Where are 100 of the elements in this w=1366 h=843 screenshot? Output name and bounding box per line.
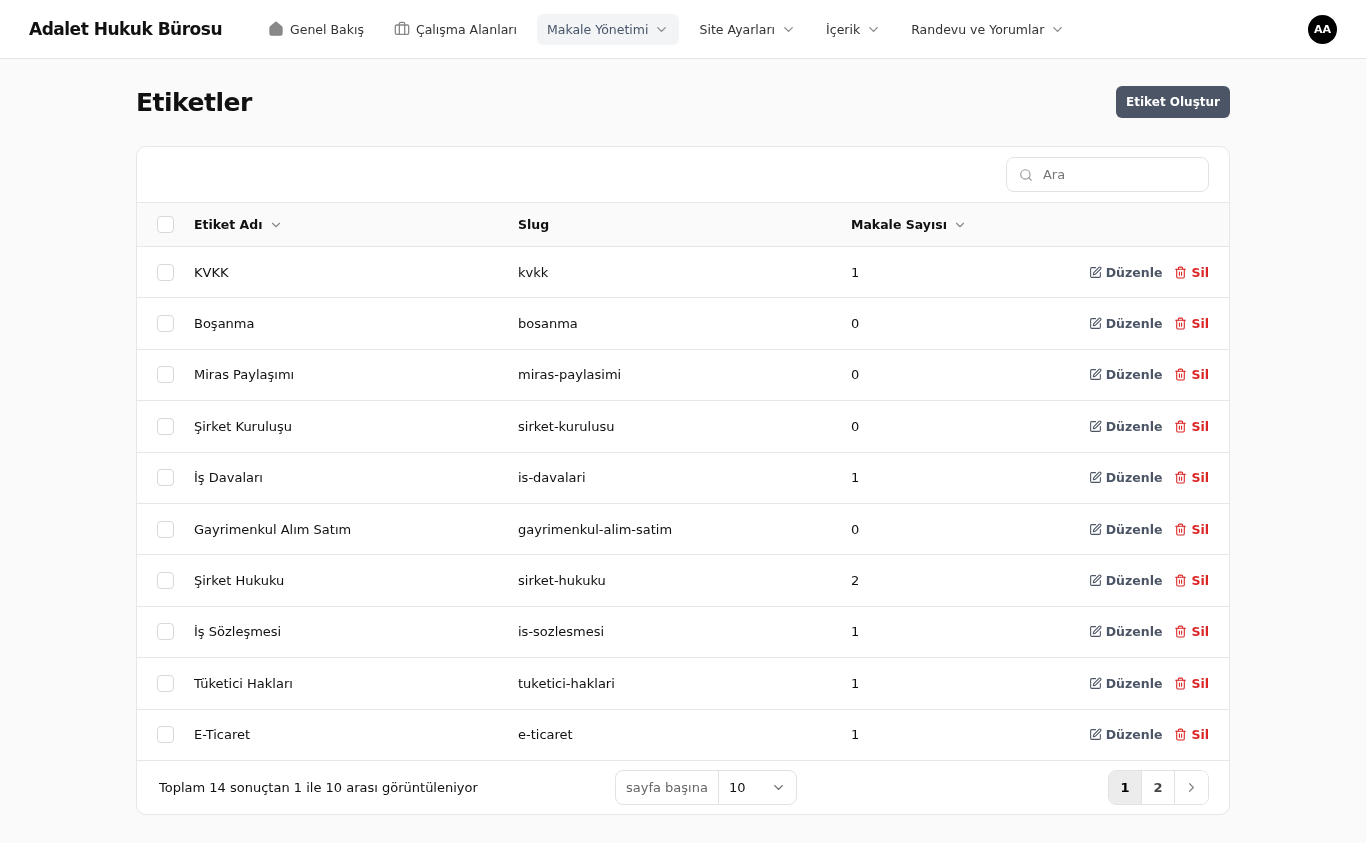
delete-link[interactable]: Sil: [1174, 573, 1209, 589]
edit-icon: [1088, 522, 1102, 536]
edit-link[interactable]: Düzenle: [1088, 316, 1163, 332]
table-cell-text: 1: [851, 624, 861, 640]
table-cell-text: miras-paylasimi: [518, 367, 623, 383]
row-checkbox[interactable]: [157, 674, 174, 692]
edit-icon: [1088, 265, 1102, 279]
delete-link[interactable]: Sil: [1174, 264, 1209, 280]
row-checkbox[interactable]: [157, 469, 174, 487]
nav-item[interactable]: İçerik: [816, 13, 892, 45]
page-title: Etiketler: [136, 87, 252, 117]
edit-icon: [1088, 419, 1102, 433]
row-checkbox[interactable]: [157, 417, 174, 435]
table-cell-text: tuketici-haklari: [518, 675, 616, 691]
edit-icon: [1088, 676, 1102, 690]
delete-link[interactable]: Sil: [1174, 624, 1209, 640]
trash-icon: [1174, 522, 1188, 536]
trash-icon: [1174, 574, 1188, 588]
delete-link[interactable]: Sil: [1174, 675, 1209, 691]
page-button[interactable]: 1: [1109, 770, 1142, 804]
table-cell-text: e-ticaret: [518, 727, 574, 743]
delete-link[interactable]: Sil: [1174, 727, 1209, 743]
table-cell-text: kvkk: [518, 264, 550, 280]
select-all-checkbox[interactable]: [157, 216, 174, 233]
table-cell-text: sirket-hukuku: [518, 573, 607, 589]
trash-icon: [1174, 265, 1188, 279]
search-input[interactable]: Ara: [1040, 166, 1196, 183]
table-cell-text: 0: [851, 367, 861, 383]
column-header[interactable]: Etiket Adı: [194, 217, 518, 232]
edit-icon: [1088, 317, 1102, 331]
column-header: Slug: [518, 217, 551, 232]
nav-item[interactable]: Site Ayarları: [689, 13, 807, 45]
delete-link[interactable]: Sil: [1174, 367, 1209, 383]
results-summary: Toplam 14 sonuçtan 1 ile 10 arası görüntüleniyor: [159, 779, 479, 795]
nav-item[interactable]: Randevu ve Yorumlar: [901, 13, 1076, 45]
edit-icon: [1088, 574, 1102, 588]
edit-link[interactable]: Düzenle: [1088, 624, 1163, 640]
trash-icon: [1174, 317, 1188, 331]
table-cell-text: İş Sözleşmesi: [194, 624, 283, 640]
edit-icon: [1088, 471, 1102, 485]
edit-icon: [1088, 728, 1102, 742]
row-checkbox[interactable]: [157, 726, 174, 744]
trash-icon: [1174, 728, 1188, 742]
table-cell-text: Miras Paylaşımı: [194, 367, 296, 383]
nav-item[interactable]: Makale Yönetimi: [536, 13, 680, 45]
row-checkbox[interactable]: [157, 520, 174, 538]
table-cell-text: 1: [851, 470, 861, 486]
home-icon: [268, 21, 284, 37]
nav-item[interactable]: Genel Bakış: [258, 13, 374, 45]
search-field[interactable]: Ara: [1006, 157, 1209, 192]
edit-link[interactable]: Düzenle: [1088, 418, 1163, 434]
table-cell-text: 1: [851, 727, 861, 743]
table-cell-text: is-sozlesmesi: [518, 624, 606, 640]
briefcase-icon: [393, 21, 410, 37]
user-avatar[interactable]: AA: [1308, 14, 1337, 44]
table-cell-text: gayrimenkul-alim-satim: [518, 521, 674, 537]
brand-name: Adalet Hukuk Bürosu: [29, 19, 222, 39]
trash-icon: [1174, 368, 1188, 382]
delete-link[interactable]: Sil: [1174, 316, 1209, 332]
edit-icon: [1088, 368, 1102, 382]
delete-link[interactable]: Sil: [1174, 470, 1209, 486]
trash-icon: [1174, 471, 1188, 485]
row-checkbox[interactable]: [157, 366, 174, 384]
table-cell-text: Gayrimenkul Alım Satım: [194, 521, 353, 537]
delete-link[interactable]: Sil: [1174, 521, 1209, 537]
column-header[interactable]: Makale Sayısı: [851, 217, 1209, 232]
trash-icon: [1174, 419, 1188, 433]
row-checkbox[interactable]: [157, 315, 174, 333]
edit-link[interactable]: Düzenle: [1088, 675, 1163, 691]
table-cell-text: KVKK: [194, 264, 230, 280]
table-cell-text: E-Ticaret: [194, 727, 252, 743]
row-checkbox[interactable]: [157, 263, 174, 281]
trash-icon: [1174, 676, 1188, 690]
row-checkbox[interactable]: [157, 572, 174, 590]
trash-icon: [1174, 625, 1188, 639]
table-cell-text: Şirket Kuruluşu: [194, 418, 294, 434]
edit-link[interactable]: Düzenle: [1088, 573, 1163, 589]
edit-link[interactable]: Düzenle: [1088, 264, 1163, 280]
nav-item[interactable]: Çalışma Alanları: [383, 13, 527, 45]
edit-link[interactable]: Düzenle: [1088, 727, 1163, 743]
create-button[interactable]: Etiket Oluştur: [1116, 86, 1230, 118]
table-cell-text: 1: [851, 264, 861, 280]
edit-link[interactable]: Düzenle: [1088, 521, 1163, 537]
table-cell-text: 0: [851, 316, 861, 332]
edit-link[interactable]: Düzenle: [1088, 367, 1163, 383]
edit-icon: [1088, 625, 1102, 639]
edit-link[interactable]: Düzenle: [1088, 470, 1163, 486]
delete-link[interactable]: Sil: [1174, 418, 1209, 434]
table-cell-text: sirket-kurulusu: [518, 418, 616, 434]
table-cell-text: bosanma: [518, 316, 579, 332]
table-cell-text: Şirket Hukuku: [194, 573, 286, 589]
table-cell-text: Tüketici Hakları: [194, 675, 294, 691]
per-page-select[interactable]: sayfa başına 10: [615, 769, 797, 805]
table-cell-text: 1: [851, 675, 861, 691]
table-cell-text: 2: [851, 573, 861, 589]
row-checkbox[interactable]: [157, 623, 174, 641]
table-cell-text: Boşanma: [194, 316, 256, 332]
table-cell-text: 0: [851, 521, 861, 537]
table-cell-text: İş Davaları: [194, 470, 264, 486]
table-cell-text: 0: [851, 418, 861, 434]
